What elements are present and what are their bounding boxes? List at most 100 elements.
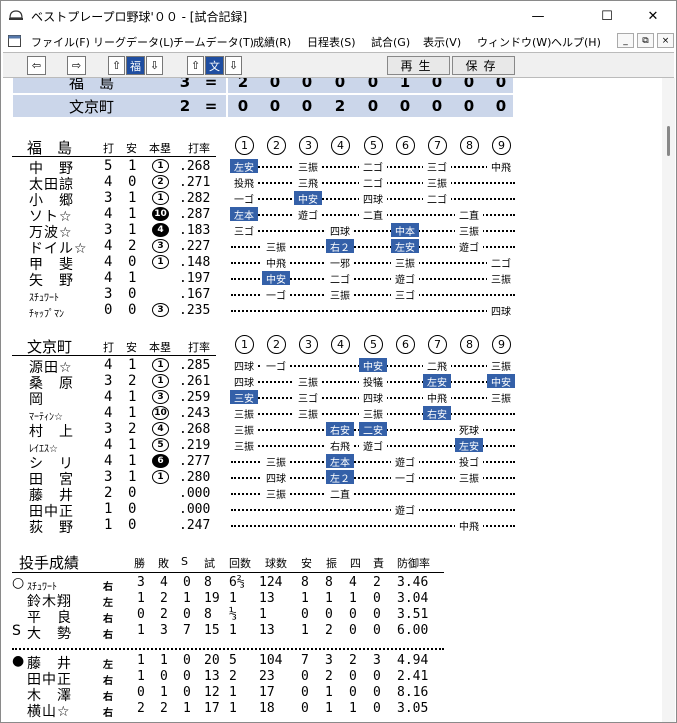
mdi-close-button[interactable]: × — [657, 33, 674, 48]
pitcher-g: 17 — [204, 701, 220, 716]
pitcher-g: 8 — [204, 607, 212, 622]
at-bat-result: 二飛 — [423, 358, 451, 373]
batter-hr: 1 — [152, 374, 169, 388]
batter-row[interactable]: ソト☆ 4 1 10.287 左本 遊ゴ 二直 二直 — [3, 206, 523, 225]
batter-avg: .285 — [179, 358, 211, 373]
batter-row[interactable]: ﾏｰﾃｨﾝ☆ 4 1 10.243 三振 三振 三振 右安 — [3, 405, 523, 423]
menu-bar: _ ⧉ × ファイル(F) リーグデータ(L) チームデータ(T) 成績(R) 日程表(… — [1, 31, 676, 51]
batter-ab: 1 — [104, 517, 113, 533]
batter-row[interactable]: 太田諒 4 0 2.271 投飛 三飛 二ゴ 三振 — [3, 174, 523, 193]
play-button[interactable]: 再生 — [387, 56, 450, 75]
batter-row[interactable]: 村 上 3 2 4.268 三振 右安 二安 死球 — [3, 421, 523, 440]
pitcher-w: 1 — [137, 623, 145, 638]
batter-row[interactable]: 万波☆ 3 1 4.183 三ゴ 四球 中本 三振 — [3, 222, 523, 241]
save-button[interactable]: 保存 — [452, 56, 515, 75]
batter-row[interactable]: ｽﾁｭﾜｰﾄ 3 0.167 一ゴ 三振 三ゴ — [3, 286, 523, 304]
at-bat-result: 三ゴ — [391, 287, 419, 302]
mdi-minimize-button[interactable]: _ — [617, 33, 634, 48]
pitcher-bb: 0 — [349, 685, 357, 700]
batter-avg: .277 — [179, 454, 211, 469]
pitching-header: 回数 — [229, 557, 251, 570]
pitcher-w: 1 — [137, 669, 145, 684]
pitcher-np: 17 — [259, 685, 275, 700]
pitcher-np: 13 — [259, 591, 275, 606]
pitcher-era: 3.05 — [397, 701, 429, 716]
batter-row[interactable]: 中 野 5 1 1.268 左安 三振 二ゴ 三ゴ 中飛 — [3, 158, 523, 177]
batter-row[interactable]: 甲 斐 4 0 1.148 中飛 一邪 三振 二ゴ — [3, 254, 523, 273]
pitcher-h: 0 — [301, 669, 309, 684]
pitcher-row[interactable]: 田中正右 1 0 0 13 2 23 0 2 0 0 2.41 — [3, 669, 448, 688]
batter-hits: 2 — [128, 373, 137, 389]
batter-row[interactable]: 岡 4 1 3.259 三安 三ゴ 四球 中飛 三振 — [3, 389, 523, 408]
menu-item[interactable]: 日程表(S) — [307, 34, 356, 50]
menu-item[interactable]: ウィンドウ(W) — [477, 34, 551, 50]
batter-avg: .261 — [179, 374, 211, 389]
mdi-restore-button[interactable]: ⧉ — [637, 33, 654, 48]
vertical-scrollbar[interactable] — [662, 78, 675, 722]
pitcher-row[interactable]: ○ ｽﾁｭﾜｰﾄ右 3 4 0 8 6⅔ 124 8 8 4 2 3.46 — [3, 575, 448, 593]
team2-up-button[interactable]: ⇧ — [187, 56, 204, 75]
pitcher-mark: ○ — [12, 575, 26, 591]
document-icon[interactable] — [8, 35, 21, 47]
menu-item[interactable]: ヘルプ(H) — [551, 34, 601, 50]
batter-row[interactable]: 桑 原 3 2 1.261 四球 三振 投犠 左安 中安 — [3, 373, 523, 392]
pitcher-row[interactable]: S大 勢右 1 3 7 15 1 13 1 2 0 0 6.00 — [3, 623, 448, 642]
team1-down-button[interactable]: ⇩ — [146, 56, 163, 75]
pitcher-w: 1 — [137, 591, 145, 606]
maximize-button[interactable]: ☐ — [584, 1, 630, 31]
at-bat-result: 三振 — [230, 406, 258, 421]
pitcher-so: 2 — [325, 623, 333, 638]
prev-game-button[interactable]: ⇦ — [27, 56, 46, 75]
batter-avg: .000 — [179, 502, 211, 517]
batter-row[interactable]: 藤 井 2 0.000 三振 二直 — [3, 485, 523, 504]
maximize-icon: ☐ — [601, 8, 613, 24]
batter-ab: 4 — [104, 437, 113, 453]
inning-label: 5 — [364, 335, 383, 354]
batter-ab: 2 — [104, 485, 113, 501]
pitcher-row[interactable]: 木 澤右 0 1 0 12 1 17 0 1 0 0 8.16 — [3, 685, 448, 704]
batter-row[interactable]: シ リ 4 1 6.277 三振 左本 遊ゴ 投ゴ — [3, 453, 523, 472]
batter-row[interactable]: 田 宮 3 1 1.280 四球 左２ 一ゴ 三振 — [3, 469, 523, 488]
pitcher-row[interactable]: ● 藤 井左 1 1 0 20 5 104 7 3 2 3 4.94 — [3, 653, 448, 672]
minimize-button[interactable]: — — [515, 1, 561, 31]
pitcher-s: 0 — [183, 685, 191, 700]
batter-row[interactable]: ﾁｬｯﾌﾟﾏﾝ 0 0 3 .235 四球 — [3, 302, 523, 320]
next-game-button[interactable]: ⇨ — [67, 56, 86, 75]
batter-ab: 4 — [104, 206, 113, 222]
inning-label: 7 — [428, 335, 447, 354]
team2-down-button[interactable]: ⇩ — [225, 56, 242, 75]
batter-row[interactable]: 田中正 1 0.000 遊ゴ — [3, 501, 523, 520]
at-bat-result: 一ゴ — [391, 470, 419, 485]
pitcher-mark: S — [12, 623, 22, 639]
pitcher-np: 124 — [259, 575, 283, 590]
menu-item[interactable]: チームデータ(T) — [173, 34, 254, 50]
menu-item[interactable]: 試合(G) — [371, 34, 410, 50]
pitching-header: 試 — [204, 557, 215, 570]
menu-item[interactable]: 表示(V) — [423, 34, 461, 50]
batter-ab: 3 — [104, 222, 113, 238]
pitcher-g: 15 — [204, 623, 220, 638]
pitcher-row[interactable]: 横山☆ 右 2 2 1 17 1 18 0 1 1 0 3.05 — [3, 701, 448, 720]
batter-row[interactable]: ﾚｲｴｽ☆ 4 1 5.219 三振 右飛 遊ゴ 左安 — [3, 437, 523, 455]
team1-up-button[interactable]: ⇧ — [108, 56, 125, 75]
menu-item[interactable]: リーグデータ(L) — [93, 34, 174, 50]
at-bat-result: 中飛 — [487, 159, 515, 174]
pitcher-so: 0 — [325, 607, 333, 622]
at-bat-result: 右飛 — [326, 438, 354, 453]
menu-item[interactable]: ファイル(F) — [31, 34, 90, 50]
close-button[interactable]: ✕ — [630, 1, 676, 31]
menu-item[interactable]: 成績(R) — [253, 34, 291, 50]
batter-row[interactable]: ドイル☆ 4 2 3.227 三振 右２ 左安 遊ゴ — [3, 238, 523, 257]
pitcher-row[interactable]: 平 良右 0 2 0 8 ⅓ 1 0 0 0 0 3.51 — [3, 607, 448, 626]
pitcher-row[interactable]: 鈴木翔左 1 2 1 19 1 13 1 1 1 0 3.04 — [3, 591, 448, 610]
batter-row[interactable]: 荻 野 1 0 .247 中飛 — [3, 517, 523, 536]
team2-selector[interactable]: 文 — [205, 56, 224, 75]
pitcher-s: 1 — [183, 701, 191, 716]
team1-selector[interactable]: 福 — [126, 56, 145, 75]
batter-row[interactable]: 矢 野 4 1.197 中安 二ゴ 遊ゴ 三振 — [3, 270, 523, 289]
batter-row[interactable]: 源田☆ 4 1 1.285 四球 一ゴ 中安 二飛 三振 — [3, 357, 523, 376]
pitcher-ip: 1 — [229, 623, 237, 638]
at-bat-result: 中安 — [487, 374, 515, 389]
scrollbar-thumb[interactable] — [667, 126, 670, 156]
batter-row[interactable]: 小 郷 3 1 1.282 一ゴ 中安 四球 二ゴ — [3, 190, 523, 209]
